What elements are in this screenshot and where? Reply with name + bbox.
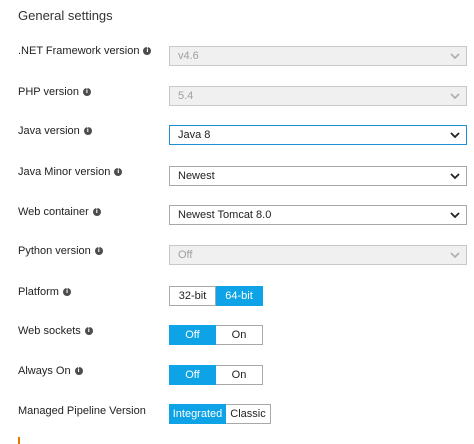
platform-label: Platform i [18,286,71,298]
java-version-label: Java version i [18,125,92,137]
chevron-down-icon [450,252,460,259]
chevron-down-icon [450,93,460,100]
chevron-down-icon [450,53,460,60]
java-version-select[interactable]: Java 8 [169,125,467,145]
web-sockets-toggle: Off On [169,325,263,345]
platform-toggle: 32-bit 64-bit [169,286,263,306]
platform-label-text: Platform [18,286,59,298]
info-icon[interactable]: i [83,127,92,135]
web-container-value: Newest Tomcat 8.0 [178,209,272,221]
pipeline-version-toggle: Integrated Classic [169,404,271,424]
text-caret [18,437,20,444]
java-minor-version-label: Java Minor version i [18,166,123,178]
always-on-option-off[interactable]: Off [169,365,216,385]
always-on-toggle: Off On [169,365,263,385]
web-sockets-label: Web sockets i [18,325,93,337]
pipeline-version-label-text: Managed Pipeline Version [18,405,146,417]
always-on-label: Always On i [18,365,83,377]
pipeline-version-label: Managed Pipeline Version [18,405,146,417]
info-icon[interactable]: i [92,208,101,216]
python-version-label: Python version i [18,245,103,257]
chevron-down-icon [450,132,460,139]
web-container-select[interactable]: Newest Tomcat 8.0 [169,205,467,225]
java-version-label-text: Java version [18,125,80,137]
php-version-label: PHP version i [18,86,91,98]
platform-option-64bit[interactable]: 64-bit [216,286,263,306]
pipeline-option-classic[interactable]: Classic [226,404,271,424]
info-icon[interactable]: i [74,367,83,375]
always-on-option-on[interactable]: On [216,365,263,385]
web-container-label: Web container i [18,206,101,218]
web-sockets-option-off[interactable]: Off [169,325,216,345]
java-minor-version-select[interactable]: Newest [169,166,467,186]
java-minor-version-value: Newest [178,170,215,182]
dotnet-version-label: .NET Framework version i [18,45,152,57]
info-icon[interactable]: i [82,88,91,96]
python-version-value: Off [178,249,193,261]
info-icon[interactable]: i [114,168,123,176]
general-settings-panel: General settings .NET Framework version … [0,0,474,444]
web-container-label-text: Web container [18,206,89,218]
always-on-label-text: Always On [18,365,71,377]
section-title: General settings [18,8,113,23]
info-icon[interactable]: i [84,327,93,335]
python-version-label-text: Python version [18,245,91,257]
php-version-value: 5.4 [178,90,194,102]
dotnet-version-value: v4.6 [178,50,199,62]
platform-option-32bit[interactable]: 32-bit [169,286,216,306]
chevron-down-icon [450,173,460,180]
info-icon[interactable]: i [94,247,103,255]
dotnet-version-label-text: .NET Framework version [18,45,140,57]
php-version-label-text: PHP version [18,86,79,98]
web-sockets-label-text: Web sockets [18,325,81,337]
web-sockets-option-on[interactable]: On [216,325,263,345]
python-version-select: Off [169,245,467,265]
java-version-value: Java 8 [178,129,211,141]
pipeline-option-integrated[interactable]: Integrated [169,404,226,424]
php-version-select: 5.4 [169,86,467,106]
info-icon[interactable]: i [143,47,152,55]
chevron-down-icon [450,212,460,219]
dotnet-version-select: v4.6 [169,46,467,66]
java-minor-version-label-text: Java Minor version [18,166,111,178]
info-icon[interactable]: i [62,288,71,296]
